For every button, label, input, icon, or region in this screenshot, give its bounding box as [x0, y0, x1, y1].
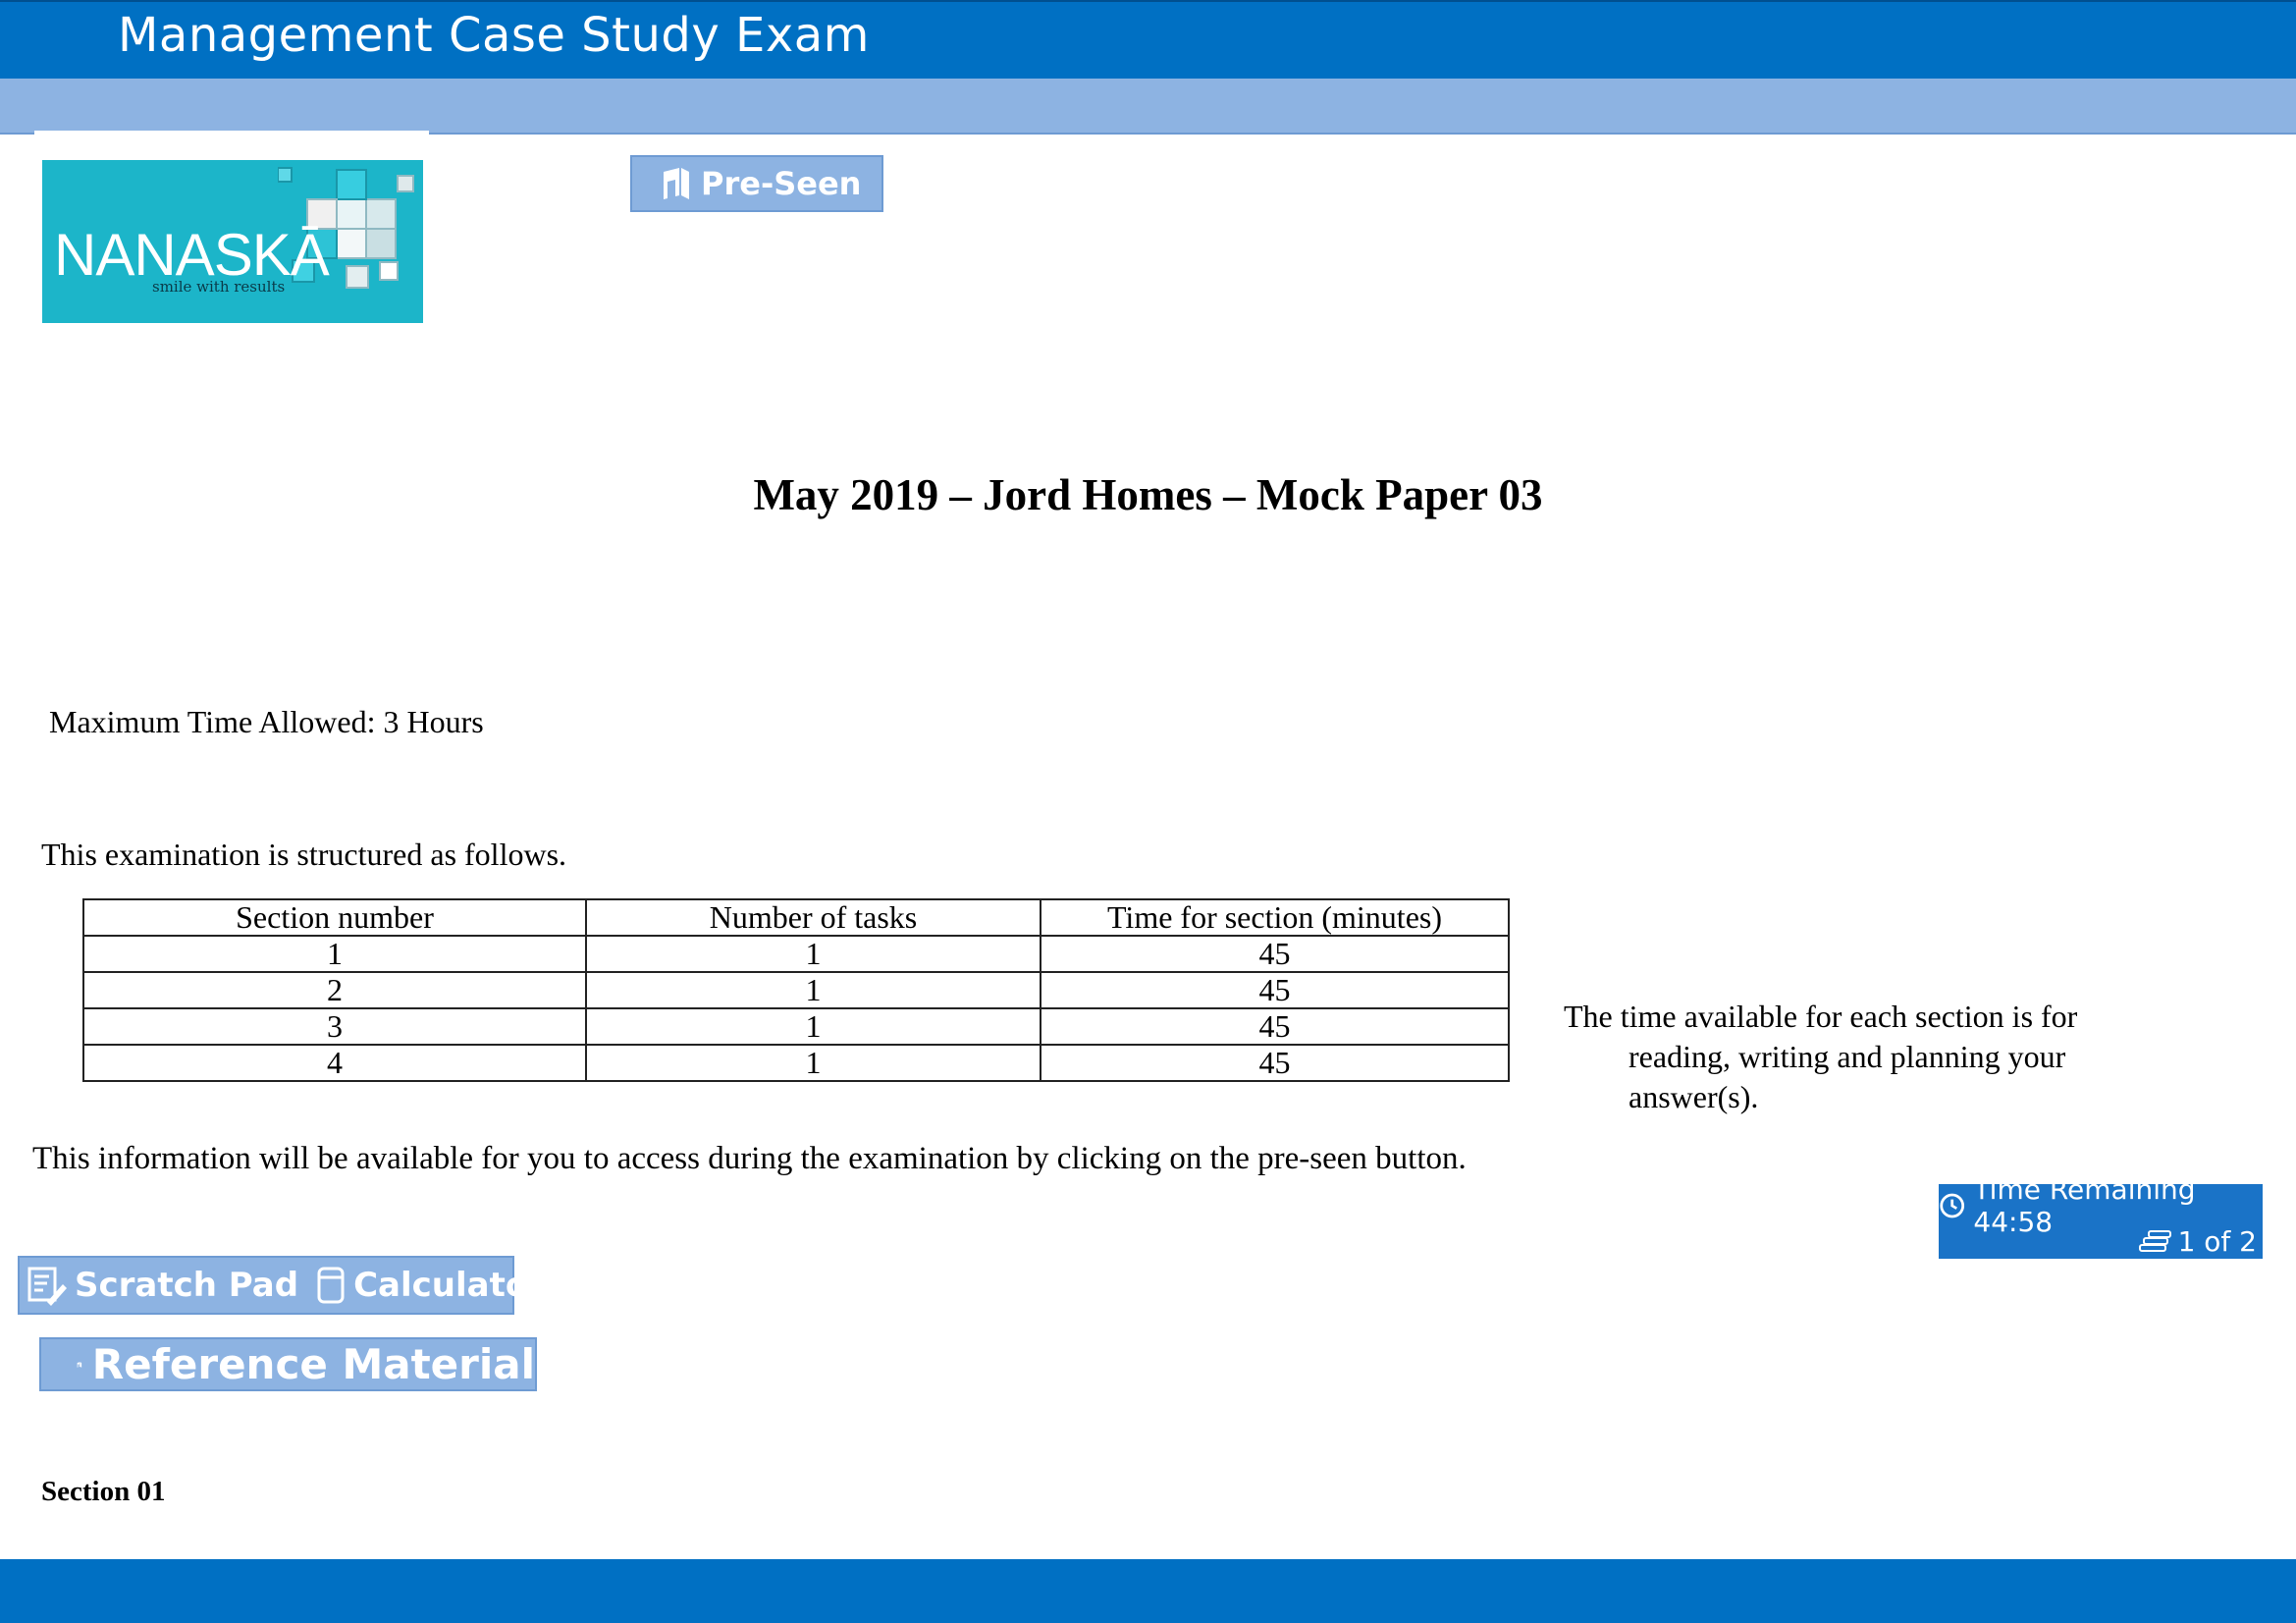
section-label: Section 01 — [41, 1476, 166, 1507]
logo-frame — [34, 131, 429, 160]
scratch-pad-button[interactable]: Scratch Pad — [26, 1265, 298, 1306]
scratch-pad-label: Scratch Pad — [75, 1266, 299, 1305]
table-cell: 45 — [1040, 971, 1510, 1009]
book-icon — [664, 168, 689, 199]
table-cell: 45 — [1040, 935, 1510, 973]
table-cell: 1 — [585, 1007, 1041, 1046]
table-row: 1 1 45 — [82, 935, 1510, 973]
toolbar-strip — [0, 79, 2296, 135]
reference-material-button[interactable]: Reference Material — [39, 1337, 537, 1391]
table-cell: 4 — [82, 1044, 587, 1082]
column-header: Section number — [82, 898, 587, 937]
table-row: 2 1 45 — [82, 971, 1510, 1009]
page-heading: May 2019 – Jord Homes – Mock Paper 03 — [753, 470, 1543, 519]
sections-table: Section number Number of tasks Time for … — [82, 898, 1510, 1082]
logo-tagline: smile with results — [152, 278, 286, 296]
clock-icon — [1940, 1193, 1965, 1218]
calculator-label: Calculator — [353, 1266, 545, 1305]
timer-panel: Time Remaining 44:58 1 of 2 — [1939, 1173, 2263, 1259]
table-cell: 1 — [585, 971, 1041, 1009]
time-note-line: answer(s). — [1629, 1079, 1759, 1114]
book-icon — [77, 1361, 82, 1368]
pages-icon — [2138, 1230, 2171, 1252]
time-note-line: reading, writing and planning your — [1629, 1039, 2066, 1074]
calculator-icon — [317, 1267, 345, 1304]
structure-intro-text: This examination is structured as follow… — [41, 837, 567, 872]
column-header: Number of tasks — [585, 898, 1041, 937]
table-cell: 1 — [585, 1044, 1041, 1082]
preseen-label: Pre-Seen — [701, 165, 862, 202]
footer-bar — [0, 1559, 2296, 1623]
preseen-button[interactable]: Pre-Seen — [630, 155, 883, 212]
table-cell: 2 — [82, 971, 587, 1009]
scratch-pad-icon — [27, 1267, 67, 1306]
table-cell: 45 — [1040, 1044, 1510, 1082]
time-note-line: The time available for each section is f… — [1564, 999, 2078, 1034]
table-cell: 1 — [82, 935, 587, 973]
reference-material-label: Reference Material — [91, 1340, 535, 1388]
time-note: The time available for each section is f… — [1564, 997, 2113, 1117]
timer-row: Time Remaining 44:58 — [1939, 1173, 2257, 1238]
app-title: Management Case Study Exam — [118, 8, 870, 63]
page-counter: 1 of 2 — [2177, 1224, 2257, 1258]
nanaska-logo: NANASKĀ smile with results — [42, 160, 423, 323]
column-header: Time for section (minutes) — [1040, 898, 1510, 937]
table-cell: 1 — [585, 935, 1041, 973]
scratch-calculator-toolbar: Scratch Pad Calculator — [18, 1256, 545, 1315]
access-note-text: This information will be available for y… — [32, 1141, 1467, 1176]
table-header-row: Section number Number of tasks Time for … — [82, 898, 1510, 937]
table-cell: 3 — [82, 1007, 587, 1046]
table-row: 4 1 45 — [82, 1044, 1510, 1082]
max-time-text: Maximum Time Allowed: 3 Hours — [49, 704, 484, 739]
calculator-button[interactable]: Calculator — [316, 1266, 545, 1305]
table-row: 3 1 45 — [82, 1007, 1510, 1046]
table-cell: 45 — [1040, 1007, 1510, 1046]
